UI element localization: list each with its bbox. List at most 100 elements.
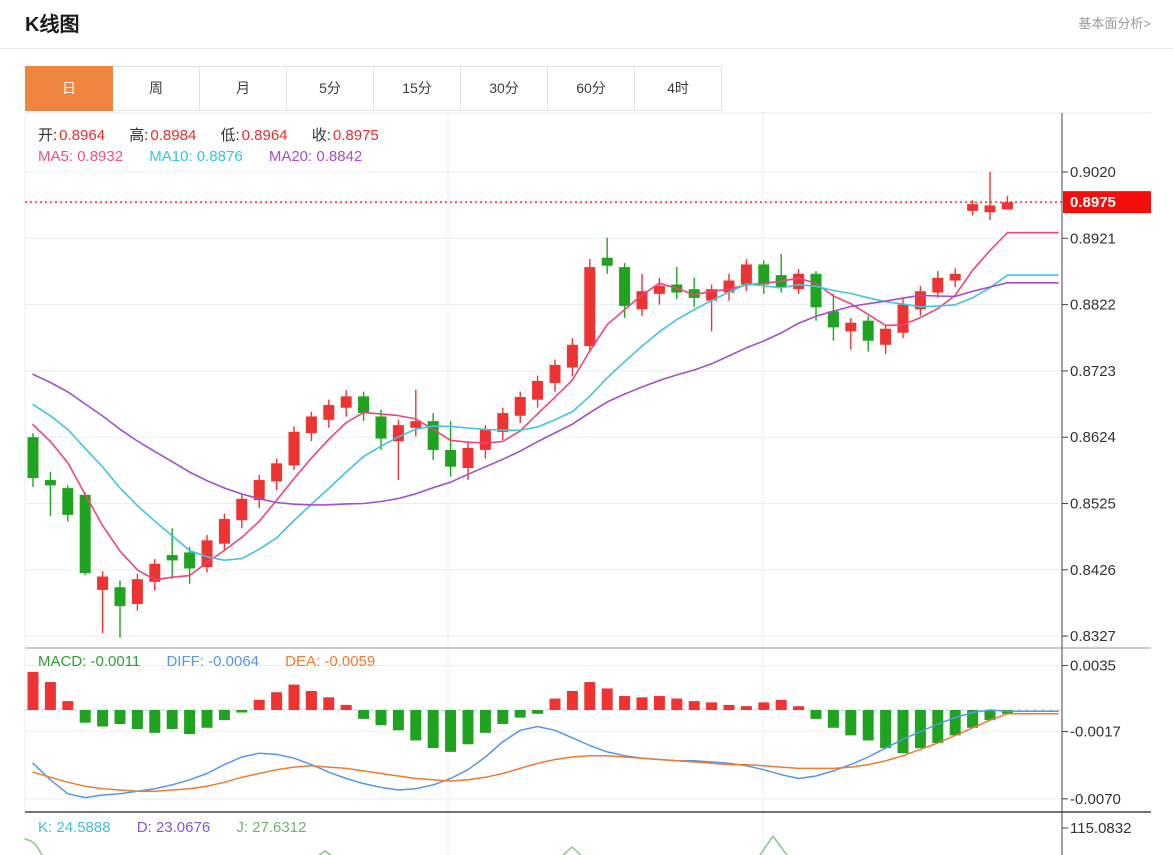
candle-body [132,579,143,604]
macd-bar [619,696,630,710]
price-axis-label: 0.8921 [1070,230,1116,247]
candle-body [497,413,508,432]
candle-body [97,576,108,589]
macd-bar [584,682,595,710]
candle-body [567,345,578,368]
candle-body [811,274,822,307]
macd-bar [306,691,317,710]
candle-body [845,323,856,332]
macd-bar [950,710,961,735]
candle-body [289,432,300,465]
macd-legend: MACD: -0.0011 [38,653,140,670]
ohlc-row: 开:0.8964 高:0.8984 低:0.8964 收:0.8975 [38,124,399,145]
macd-bar [115,710,126,724]
candle-body [741,264,752,284]
macd-bar [828,710,839,728]
candle-body [271,463,282,481]
candle-body [341,396,352,407]
candle-body [758,264,769,284]
candle-body [619,267,630,306]
macd-bar [793,706,804,710]
ma20-legend: MA20: 0.8842 [269,148,362,165]
low-value: 0.8964 [242,127,288,144]
low-label: 低: [220,124,239,145]
macd-axis-label: -0.0070 [1070,791,1121,808]
tab-4hour[interactable]: 4时 [635,66,722,111]
open-label: 开: [38,124,57,145]
macd-bar [393,710,404,730]
macd-bar [80,710,91,723]
candle-body [828,311,839,327]
price-axis-label: 0.8723 [1070,363,1116,380]
tab-5min[interactable]: 5分 [287,66,374,111]
candle-body [637,291,648,309]
candle-body [602,258,613,266]
candle-body [550,365,561,383]
tab-day[interactable]: 日 [25,66,113,111]
macd-bar [915,710,926,748]
tab-week[interactable]: 周 [113,66,200,111]
price-axis-label: 0.8426 [1070,562,1116,579]
open-value: 0.8964 [59,127,105,144]
macd-bar [62,701,73,710]
macd-bar [811,710,822,719]
candle-body [236,499,247,520]
price-axis-label: 0.8822 [1070,297,1116,314]
macd-bar [428,710,439,748]
macd-bar [532,710,543,714]
macd-bar [45,682,56,710]
close-label: 收: [312,124,331,145]
candle-body [515,397,526,416]
tab-60min[interactable]: 60分 [548,66,635,111]
tab-month[interactable]: 月 [200,66,287,111]
candle-body [80,495,91,573]
j-legend: J: 27.6312 [236,819,306,836]
candle-body [793,274,804,289]
macd-bar [132,710,143,729]
kdj-row: K: 24.5888 D: 23.0676 J: 27.6312 [38,819,328,836]
tab-30min[interactable]: 30分 [461,66,548,111]
tab-15min[interactable]: 15分 [374,66,461,111]
candle-body [45,480,56,485]
macd-bar [167,710,178,729]
candle-body [985,205,996,212]
candle-body [584,267,595,346]
current-price-badge-label: 0.8975 [1070,194,1116,211]
period-tab-bar: 日周月5分15分30分60分4时 [25,66,722,111]
macd-bar [689,701,700,710]
kdj-axis-label: 115.0832 [1070,820,1131,837]
macd-bar [567,691,578,710]
macd-bar [602,688,613,710]
candle-body [28,437,39,478]
macd-bar [254,700,265,710]
ma-row: MA5: 0.8932 MA10: 0.8876 MA20: 0.8842 [38,148,384,165]
macd-row: MACD: -0.0011 DIFF: -0.0064 DEA: -0.0059 [38,653,397,670]
candle-body [463,448,474,468]
macd-bar [202,710,213,728]
candle-body [967,204,978,211]
macd-bar [845,710,856,735]
macd-axis-label: 0.0035 [1070,658,1116,675]
macd-bar [184,710,195,734]
macd-bar [880,710,891,748]
candle-body [184,552,195,568]
k-legend: K: 24.5888 [38,819,111,836]
candle-body [376,416,387,438]
macd-bar [515,710,526,718]
macd-bar [236,710,247,713]
macd-bar [741,706,752,710]
kline-page: { "page": { "title": "K线图", "fund_link":… [0,0,1173,855]
macd-bar [463,710,474,744]
candle-body [1002,202,1013,209]
price-axis-label: 0.8327 [1070,628,1116,645]
candle-body [358,396,369,413]
candle-body [950,274,961,281]
dea-legend: DEA: -0.0059 [285,653,375,670]
macd-bar [776,700,787,710]
macd-bar [149,710,160,733]
price-axis-label: 0.9020 [1070,164,1116,181]
macd-bar [497,710,508,724]
candle-body [532,381,543,400]
macd-bar [863,710,874,740]
candle-body [898,305,909,333]
